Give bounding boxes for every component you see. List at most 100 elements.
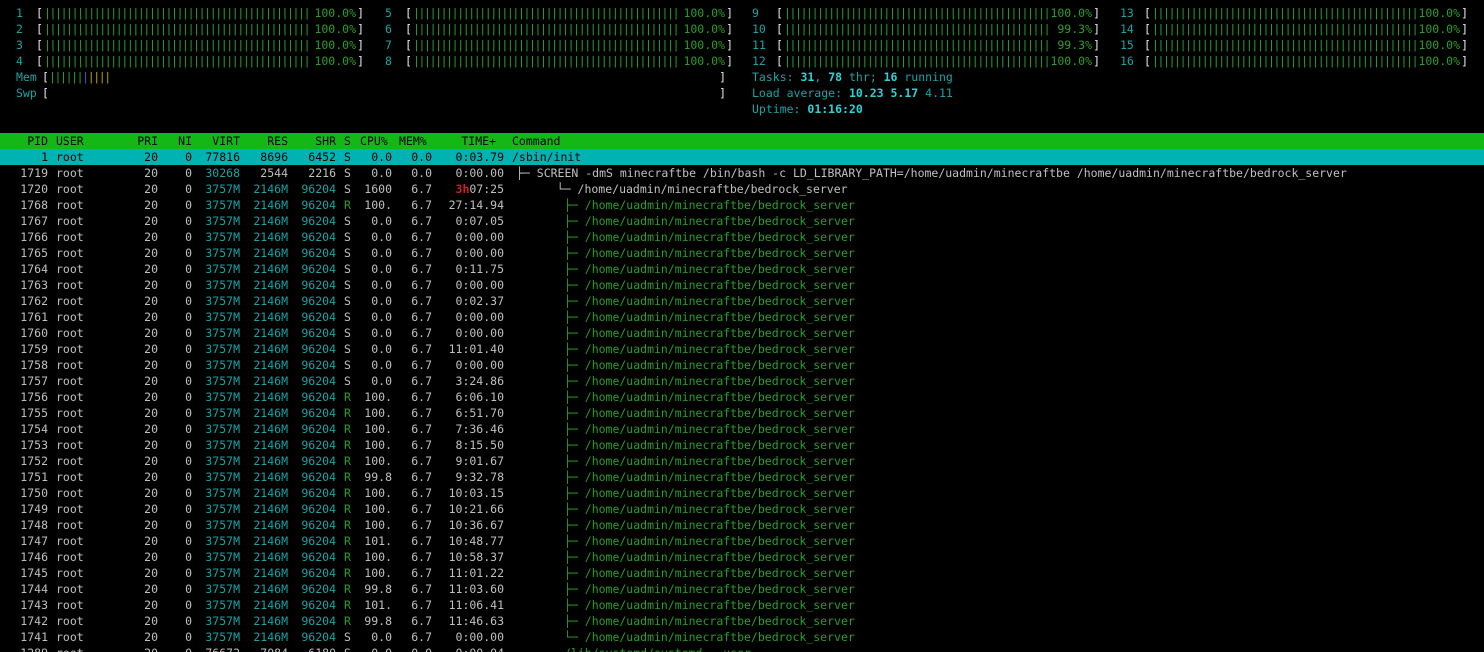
process-res: 2146M [253, 550, 288, 564]
process-shr: 96204 [301, 390, 336, 404]
bracket-left: [ [36, 54, 43, 68]
process-row[interactable]: 1748 root 20 0 3757M 2146M 96204 R 100. 6.7 10:36.… [0, 517, 1484, 533]
process-row[interactable]: 1756 root 20 0 3757M 2146M 96204 R 100. 6.7 6:06.1… [0, 389, 1484, 405]
process-row[interactable]: 1760 root 20 0 3757M 2146M 96204 S 0.0 6.7 0:00.00… [0, 325, 1484, 341]
process-mem: 6.7 [411, 342, 432, 356]
process-row[interactable]: 1766 root 20 0 3757M 2146M 96204 S 0.0 6.7 0:00.00… [0, 229, 1484, 245]
threads-label: thr; [842, 70, 884, 84]
process-shr: 96204 [301, 614, 336, 628]
process-pri: 20 [128, 645, 158, 652]
process-row[interactable]: 1719 root 20 0 30268 2544 2216 S 0.0 0.0 0:00.00 ├─… [0, 165, 1484, 181]
process-ni: 0 [185, 326, 192, 340]
process-cpu: 0.0 [371, 310, 392, 324]
bracket-right: ] [1093, 22, 1100, 36]
process-res: 2146M [253, 566, 288, 580]
process-row[interactable]: 1746 root 20 0 3757M 2146M 96204 R 100. 6.7 10:58.… [0, 549, 1484, 565]
process-ni: 0 [185, 438, 192, 452]
process-command: ├─ SCREEN -dmS minecraftbe /bin/bash -c … [516, 166, 1347, 180]
process-ni: 0 [185, 614, 192, 628]
process-row[interactable]: 1742 root 20 0 3757M 2146M 96204 R 99.8 6.7 11:46.… [0, 613, 1484, 629]
process-row[interactable]: 1289 root 20 0 76672 7084 6180 S 0.0 0.0 0:00.04/l… [0, 645, 1484, 652]
bracket-left: [ [405, 38, 412, 52]
process-row[interactable]: 1764 root 20 0 3757M 2146M 96204 S 0.0 6.7 0:11.75… [0, 261, 1484, 277]
process-user: root [56, 438, 84, 452]
bracket-right: ] [726, 6, 733, 20]
process-mem: 6.7 [411, 486, 432, 500]
process-row[interactable]: 1757 root 20 0 3757M 2146M 96204 S 0.0 6.7 3:24.86… [0, 373, 1484, 389]
process-mem: 6.7 [411, 438, 432, 452]
process-user: root [56, 294, 84, 308]
process-row[interactable]: 1741 root 20 0 3757M 2146M 96204 S 0.0 6.7 0:00.00… [0, 629, 1484, 645]
process-time: 6:06.10 [455, 390, 504, 404]
process-pri: 20 [144, 198, 158, 212]
cpu-bar: [|||||||||||||||||||||||||||||||||||||||… [405, 37, 733, 53]
process-row[interactable]: 1763 root 20 0 3757M 2146M 96204 S 0.0 6.7 0:00.00… [0, 277, 1484, 293]
process-mem: 6.7 [411, 358, 432, 372]
process-pri: 20 [144, 502, 158, 516]
process-shr: 96204 [301, 294, 336, 308]
process-row[interactable]: 1765 root 20 0 3757M 2146M 96204 S 0.0 6.7 0:00.00… [0, 245, 1484, 261]
process-user: root [56, 358, 84, 372]
cpu-bar-fill: ||||||||||||||||||||||||||||||||||||||||… [1152, 22, 1416, 36]
column-header-mem[interactable]: MEM% [399, 133, 427, 149]
column-header-cpu[interactable]: CPU% [360, 133, 388, 149]
column-header-pri[interactable]: PRI [128, 133, 158, 149]
column-header-virt[interactable]: VIRT [196, 133, 240, 149]
process-time: 0:11.75 [455, 262, 504, 276]
process-cpu: 0.0 [371, 150, 392, 164]
column-header-time[interactable]: TIME+ [440, 133, 496, 149]
process-row[interactable]: 1750 root 20 0 3757M 2146M 96204 R 100. 6.7 10:03.… [0, 485, 1484, 501]
cpu-meter: 16 [|||||||||||||||||||||||||||||||||||||… [1120, 53, 1468, 69]
cpu-number: 15 [1120, 38, 1134, 52]
cpu-bar: [|||||||||||||||||||||||||||||||||||||||… [776, 21, 1100, 37]
process-ni: 0 [185, 198, 192, 212]
running-label: running [897, 70, 953, 84]
column-header-s[interactable]: S [344, 133, 351, 149]
column-header-res[interactable]: RES [244, 133, 288, 149]
cpu-meter-column: 13[|||||||||||||||||||||||||||||||||||||… [1120, 5, 1468, 69]
process-row[interactable]: 1753 root 20 0 3757M 2146M 96204 R 100. 6.7 8:15.5… [0, 437, 1484, 453]
process-row[interactable]: 1758 root 20 0 3757M 2146M 96204 S 0.0 6.7 0:00.00… [0, 357, 1484, 373]
process-time: 0:00.00 [455, 310, 504, 324]
column-header-shr[interactable]: SHR [292, 133, 336, 149]
column-header-user[interactable]: USER [56, 133, 84, 149]
process-res: 2146M [253, 374, 288, 388]
process-mem: 0.0 [411, 166, 432, 180]
process-virt: 3757M [205, 502, 240, 516]
process-row[interactable]: 1751 root 20 0 3757M 2146M 96204 R 99.8 6.7 9:32.7… [0, 469, 1484, 485]
process-row[interactable]: 1768 root 20 0 3757M 2146M 96204 R 100. 6.7 27:14.… [0, 197, 1484, 213]
process-shr: 96204 [301, 406, 336, 420]
process-row[interactable]: 1745 root 20 0 3757M 2146M 96204 R 100. 6.7 11:01.… [0, 565, 1484, 581]
column-header-cmd[interactable]: Command [512, 133, 560, 149]
process-s: S [344, 230, 351, 244]
process-command: ├─ /home/uadmin/minecraftbe/bedrock_serv… [564, 358, 855, 372]
process-row[interactable]: 1761 root 20 0 3757M 2146M 96204 S 0.0 6.7 0:00.00… [0, 309, 1484, 325]
process-row[interactable]: 1747 root 20 0 3757M 2146M 96204 R 101. 6.7 10:48.… [0, 533, 1484, 549]
process-shr: 96204 [301, 470, 336, 484]
process-row[interactable]: 1 root 20 0 77816 8696 6452 S 0.0 0.0 0:03.79/sbin… [0, 149, 1484, 165]
process-row[interactable]: 1752 root 20 0 3757M 2146M 96204 R 100. 6.7 9:01.6… [0, 453, 1484, 469]
process-shr: 96204 [301, 422, 336, 436]
column-header-ni[interactable]: NI [164, 133, 192, 149]
process-row[interactable]: 1744 root 20 0 3757M 2146M 96204 R 99.8 6.7 11:03.… [0, 581, 1484, 597]
process-cpu: 0.0 [371, 278, 392, 292]
process-row[interactable]: 1754 root 20 0 3757M 2146M 96204 R 100. 6.7 7:36.4… [0, 421, 1484, 437]
process-row[interactable]: 1762 root 20 0 3757M 2146M 96204 S 0.0 6.7 0:02.37… [0, 293, 1484, 309]
process-user: root [56, 406, 84, 420]
cpu-meter: 3 [||||||||||||||||||||||||||||||||||||||… [16, 37, 364, 53]
process-row[interactable]: 1720 root 20 0 3757M 2146M 96204 S 1600 6.7 3h07:2… [0, 181, 1484, 197]
process-row[interactable]: 1755 root 20 0 3757M 2146M 96204 R 100. 6.7 6:51.7… [0, 405, 1484, 421]
process-row[interactable]: 1767 root 20 0 3757M 2146M 96204 S 0.0 6.7 0:07.05… [0, 213, 1484, 229]
process-time: 3h07:25 [436, 181, 504, 197]
process-ni: 0 [185, 182, 192, 196]
process-shr: 96204 [301, 582, 336, 596]
process-ni: 0 [185, 342, 192, 356]
process-row[interactable]: 1749 root 20 0 3757M 2146M 96204 R 100. 6.7 10:21.… [0, 501, 1484, 517]
column-header-pid[interactable]: PID [0, 133, 48, 149]
process-row[interactable]: 1759 root 20 0 3757M 2146M 96204 S 0.0 6.7 11:01.4… [0, 341, 1484, 357]
process-ni: 0 [185, 454, 192, 468]
process-user: root [56, 278, 84, 292]
process-row[interactable]: 1743 root 20 0 3757M 2146M 96204 R 101. 6.7 11:06.… [0, 597, 1484, 613]
process-command: ├─ /home/uadmin/minecraftbe/bedrock_serv… [564, 310, 855, 324]
process-pid: 1761 [20, 310, 48, 324]
